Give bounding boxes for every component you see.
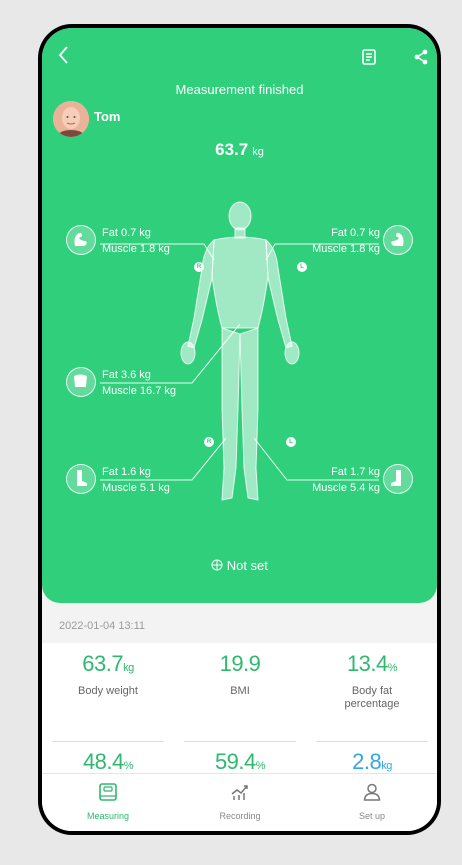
not-set-button[interactable]: Not set — [42, 558, 437, 573]
right-leg-stats: Fat 1.7 kg Muscle 5.4 kg — [312, 464, 380, 496]
right-leg-muscle: Muscle 5.4 kg — [312, 482, 380, 494]
left-side-marker: L — [297, 262, 307, 272]
left-arm-fat: Fat 0.7 kg — [102, 227, 151, 239]
stat-label: Body weight — [78, 685, 138, 697]
stat-bmi[interactable]: 19.9 BMI — [174, 651, 306, 698]
trunk-icon — [66, 367, 96, 397]
right-arm-fat: Fat 0.7 kg — [331, 227, 380, 239]
stat-value: 19.9 — [219, 651, 261, 676]
scale-icon — [99, 783, 117, 801]
trunk-muscle: Muscle 16.7 kg — [102, 385, 176, 397]
stat-value: 63.7kg — [82, 651, 134, 676]
tab-label: Set up — [358, 811, 386, 821]
stat-value: 13.4% — [346, 651, 398, 676]
right-arm-stats: Fat 0.7 kg Muscle 1.8 kg — [312, 225, 380, 257]
left-leg-muscle: Muscle 5.1 kg — [102, 482, 170, 494]
result-panel: Measurement finished Tom 63.7 kg Fat 0.7… — [42, 28, 437, 603]
stat-row2-b[interactable]: 59.4% — [174, 749, 306, 775]
right-leg-icon — [383, 464, 413, 494]
right-side-marker-lower: R — [204, 437, 214, 447]
left-arm-muscle: Muscle 1.8 kg — [102, 243, 170, 255]
left-side-marker-lower: L — [286, 437, 296, 447]
tab-label: Recording — [219, 811, 261, 821]
stat-row2-c[interactable]: 2.8kg — [306, 749, 437, 775]
left-leg-fat: Fat 1.6 kg — [102, 466, 151, 478]
trunk-stats: Fat 3.6 kg Muscle 16.7 kg — [102, 367, 176, 399]
body-figure — [100, 201, 379, 501]
right-arm-muscle: Muscle 1.8 kg — [312, 243, 380, 255]
left-leg-icon — [66, 464, 96, 494]
trunk-fat: Fat 3.6 kg — [102, 369, 151, 381]
divider — [184, 741, 296, 742]
stat-body-weight[interactable]: 63.7kg Body weight — [42, 651, 174, 698]
measurement-date: 2022-01-04 13:11 — [59, 620, 146, 632]
left-arm-icon — [66, 225, 96, 255]
divider — [52, 741, 164, 742]
stats-grid: 63.7kg Body weight 19.9 BMI 13.4% Body f… — [42, 643, 437, 775]
crosshair-icon — [211, 559, 223, 571]
stat-value: 2.8kg — [352, 749, 392, 774]
tab-recording[interactable]: Recording — [174, 782, 306, 821]
stat-label: Body fat percentage — [344, 685, 400, 710]
tab-bar: Measuring Recording Set up — [42, 773, 437, 831]
right-side-marker: R — [194, 262, 204, 272]
user-icon — [363, 783, 381, 801]
right-arm-icon — [383, 225, 413, 255]
phone-frame: Measurement finished Tom 63.7 kg Fat 0.7… — [38, 24, 441, 835]
left-arm-stats: Fat 0.7 kg Muscle 1.8 kg — [102, 225, 170, 257]
app-screen: Measurement finished Tom 63.7 kg Fat 0.7… — [42, 28, 437, 831]
stat-value: 48.4% — [82, 749, 134, 774]
tab-label: Measuring — [86, 811, 130, 821]
divider — [316, 741, 428, 742]
tab-setup[interactable]: Set up — [306, 782, 437, 821]
stat-value: 59.4% — [214, 749, 266, 774]
stat-label: BMI — [230, 685, 250, 697]
left-leg-stats: Fat 1.6 kg Muscle 5.1 kg — [102, 464, 170, 496]
stat-body-fat[interactable]: 13.4% Body fat percentage — [306, 651, 437, 711]
tab-measuring[interactable]: Measuring — [42, 782, 174, 821]
stat-row2-a[interactable]: 48.4% — [42, 749, 174, 775]
chart-icon — [231, 785, 248, 800]
right-leg-fat: Fat 1.7 kg — [331, 466, 380, 478]
not-set-label: Not set — [226, 558, 268, 573]
